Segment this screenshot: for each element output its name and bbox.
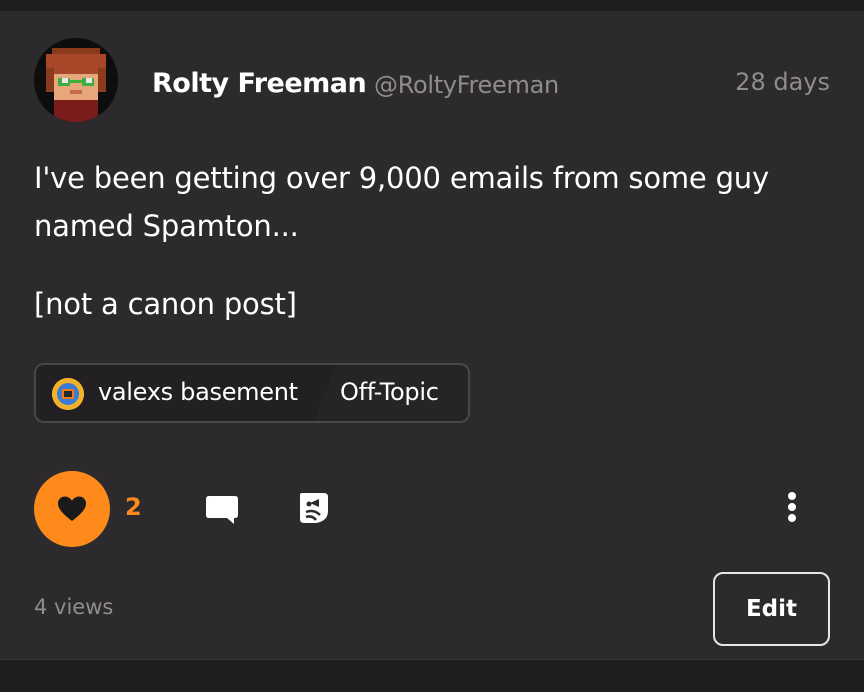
category-tag[interactable]: Off-Topic bbox=[340, 378, 439, 406]
community-label: valexs basement bbox=[98, 378, 298, 406]
share-icon bbox=[300, 493, 328, 523]
feed-bottom-strip bbox=[0, 659, 864, 692]
heart-icon bbox=[58, 496, 86, 521]
post-body-line: [not a canon post] bbox=[34, 287, 297, 321]
post-timestamp: 28 days bbox=[735, 68, 830, 96]
author-handle[interactable]: @RoltyFreeman bbox=[374, 71, 559, 99]
avatar[interactable] bbox=[34, 38, 118, 122]
comment-button[interactable] bbox=[200, 487, 244, 531]
post-body-line: I've been getting over 9,000 emails from… bbox=[34, 161, 769, 195]
edit-button[interactable]: Edit bbox=[713, 572, 830, 646]
share-button[interactable] bbox=[292, 485, 336, 529]
like-button[interactable] bbox=[34, 471, 110, 547]
comment-icon bbox=[206, 496, 238, 524]
more-options-button[interactable] bbox=[772, 485, 812, 529]
community-tag-chip[interactable]: valexs basement Off-Topic bbox=[34, 363, 470, 423]
community-icon bbox=[52, 378, 84, 410]
pixel-avatar-icon bbox=[34, 38, 118, 122]
community-tag[interactable]: valexs basement bbox=[36, 365, 336, 421]
view-count: 4 views bbox=[34, 595, 114, 619]
post-body-line: named Spamton... bbox=[34, 209, 299, 243]
like-count: 2 bbox=[125, 493, 142, 521]
author-name[interactable]: Rolty Freeman bbox=[152, 68, 367, 99]
more-vertical-icon bbox=[788, 492, 796, 522]
feed-top-strip bbox=[0, 0, 864, 11]
post-card: Rolty Freeman @RoltyFreeman 28 days I've… bbox=[0, 11, 864, 659]
